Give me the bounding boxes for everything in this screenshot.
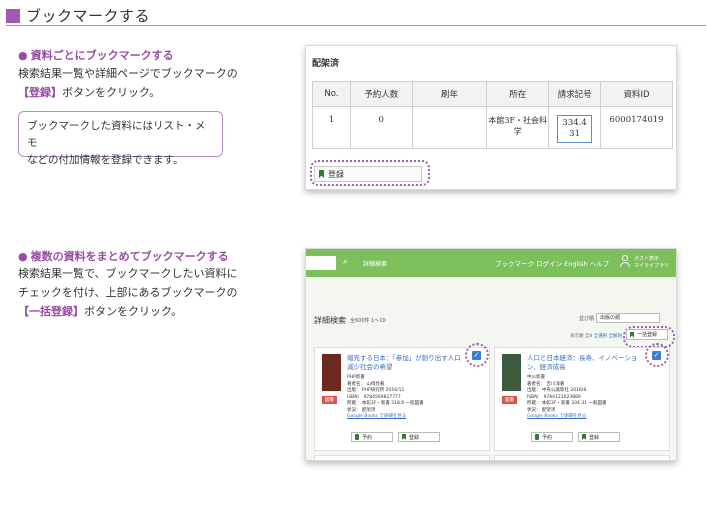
google-books-link[interactable]: Google Books で詳細を見る [347,414,482,421]
result-count: 全600件 1～10 [350,318,386,324]
material-type-badge: 図書 [502,396,517,404]
advanced-search-link[interactable]: 詳細検索 [363,259,387,268]
reserve-button[interactable]: 予約 [351,432,393,442]
sort-select[interactable]: 出版の順 [596,313,660,323]
search-icon[interactable]: ⌕ [343,257,348,267]
user-icon[interactable] [622,255,628,261]
reserve-button[interactable]: 予約 [531,432,573,442]
bookmark-icon [402,434,406,440]
reserve-icon [535,434,539,440]
google-books-link[interactable]: Google Books で詳細を見る [527,414,662,421]
holdings-table: No. 予約人数 刷年 所在 請求記号 資料ID 1 0 本館3F・社会科学 3… [312,81,673,149]
book-cover[interactable] [322,354,341,391]
bookmark-icon [319,170,324,178]
reserve-icon [355,434,359,440]
sort-label: 並び順 [579,316,595,322]
register-button[interactable]: 登録 [398,432,440,442]
result-card: 図書 縮充する日本：「参加」が創り出す人口減少社会の希望 PHP新書 著者名： … [314,343,490,451]
register-button[interactable]: 登録 [578,432,620,442]
result-card-partial [314,455,490,460]
material-type-badge: 図書 [322,396,337,404]
section-heading: ブックマークする [6,6,706,26]
book-title-link[interactable]: 縮充する日本：「参加」が創り出す人口減少社会の希望 [347,354,467,372]
heading-square-icon [6,8,20,23]
select-checkbox[interactable]: ✓ [472,351,481,360]
section2-description: 検索結果一覧で、ブックマークしたい資料に チェックを付け、上部にあるブックマーク… [18,267,238,318]
result-card: 図書 人口と日本経済：長寿、イノベーション、経済成長 中公新書 著者名： 吉川洋… [494,343,670,451]
user-icon-body [620,262,630,267]
select-links: 表示順 全8 全選択 全解除 [570,334,623,339]
top-nav[interactable]: ブックマーク ログイン English ヘルプ [495,258,609,268]
bookmark-icon [630,331,634,338]
screenshot-item-detail: 配架済 No. 予約人数 刷年 所在 請求記号 資料ID 1 0 本館3F・社会… [305,45,677,190]
section1-description: 検索結果一覧や詳細ページでブックマークの 【登録】ボタンをクリック。 [18,67,238,99]
book-metadata: 中公新書 著者名： 吉川洋著 出版： 中央公論新社 2016/8 ISBN： 9… [527,375,662,421]
bookmark-icon [582,434,586,440]
result-card-partial [494,455,670,460]
section2-title: ● 複数の資料をまとめてブックマークする [18,250,229,263]
results-title: 詳細検索 [314,316,346,325]
select-checkbox[interactable]: ✓ [652,351,661,360]
info-note: ブックマークした資料にはリスト・メモ などの付加情報を登録できます。 [18,111,223,166]
shelved-caption: 配架済 [312,59,340,69]
table-row: 1 0 本館3F・社会科学 334.4 31 6000174019 [312,106,673,149]
my-library-link[interactable]: ポスト表示 マイライブラリ [634,256,669,270]
call-number: 334.4 31 [557,115,592,143]
heading-title: ブックマークする [26,7,151,25]
table-header-row: No. 予約人数 刷年 所在 請求記号 資料ID [312,81,673,107]
book-cover[interactable] [502,354,521,391]
book-metadata: PHP新書 著者名： 山崎亮著 出版： PHP研究所 2016/11 ISBN：… [347,375,482,421]
screenshot-search-results: ⌕ 詳細検索 ブックマーク ログイン English ヘルプ ポスト表示 マイライ… [305,248,677,461]
search-input[interactable] [306,256,336,270]
register-button[interactable]: 登録 [314,166,422,182]
book-title-link[interactable]: 人口と日本経済：長寿、イノベーション、経済成長 [527,354,647,372]
bulk-register-button[interactable]: 一括登録 [626,329,668,340]
section1-title: ● 資料ごとにブックマークする [18,49,174,62]
